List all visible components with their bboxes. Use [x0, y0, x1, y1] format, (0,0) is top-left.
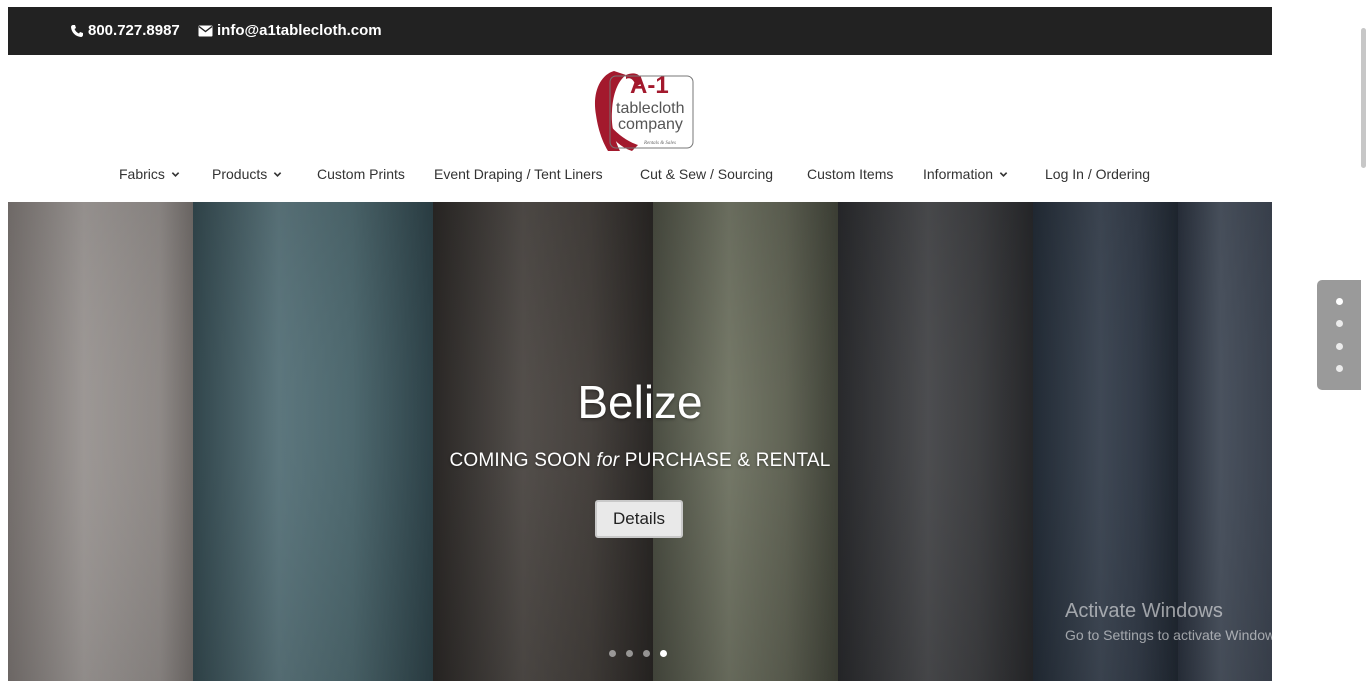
- nav-label: Custom Prints: [317, 166, 405, 182]
- slide-dot-2[interactable]: [626, 650, 633, 657]
- page: 800.727.8987 info@a1tablecloth.com A-1 t…: [8, 7, 1272, 681]
- side-dot-navigation: [1317, 280, 1361, 390]
- logo-text-a1: A-1: [630, 72, 669, 99]
- nav-event-draping[interactable]: Event Draping / Tent Liners: [434, 166, 603, 182]
- hero-subtitle: COMING SOON for PURCHASE & RENTAL: [449, 450, 831, 471]
- logo-text-tablecloth: tablecloth: [616, 100, 685, 117]
- nav-label: Custom Items: [807, 166, 894, 182]
- nav-label: Log In / Ordering: [1045, 166, 1151, 182]
- logo-text-company: company: [618, 116, 683, 133]
- watermark-title: Activate Windows: [1065, 600, 1223, 622]
- nav-products[interactable]: Products: [212, 166, 282, 182]
- phone-icon: [70, 24, 84, 38]
- email-link[interactable]: info@a1tablecloth.com: [198, 22, 382, 39]
- top-bar: 800.727.8987 info@a1tablecloth.com: [8, 7, 1272, 55]
- chevron-down-icon: [274, 171, 282, 177]
- side-dot-1[interactable]: [1336, 298, 1343, 305]
- side-dot-2[interactable]: [1336, 320, 1343, 327]
- details-button[interactable]: Details: [595, 500, 683, 538]
- nav-information[interactable]: Information: [923, 166, 1008, 182]
- email-address: info@a1tablecloth.com: [217, 22, 382, 39]
- nav-label: Fabrics: [119, 166, 165, 182]
- slide-dot-1[interactable]: [609, 650, 616, 657]
- nav-label: Event Draping / Tent Liners: [434, 166, 603, 182]
- nav-fabrics[interactable]: Fabrics: [119, 166, 180, 182]
- site-header: A-1 tablecloth company Rentals & Sales F…: [8, 55, 1272, 202]
- mail-icon: [198, 25, 213, 37]
- windows-activation-watermark: Activate Windows Go to Settings to activ…: [1065, 600, 1286, 643]
- main-nav: Fabrics Products Custom Prints Event Dra…: [8, 166, 1272, 186]
- side-dot-4[interactable]: [1336, 365, 1343, 372]
- nav-label: Cut & Sew / Sourcing: [640, 166, 774, 182]
- watermark-subtitle: Go to Settings to activate Windows.: [1065, 627, 1286, 643]
- nav-label: Products: [212, 166, 268, 182]
- slider-pagination: [609, 650, 667, 657]
- nav-custom-prints[interactable]: Custom Prints: [317, 166, 405, 182]
- chevron-down-icon: [999, 171, 1008, 177]
- side-dot-3[interactable]: [1336, 343, 1343, 350]
- nav-cut-sew[interactable]: Cut & Sew / Sourcing: [640, 166, 773, 182]
- site-logo[interactable]: A-1 tablecloth company Rentals & Sales: [586, 63, 696, 153]
- chevron-down-icon: [171, 171, 180, 177]
- nav-custom-items[interactable]: Custom Items: [807, 166, 893, 182]
- phone-number: 800.727.8987: [88, 22, 180, 39]
- nav-label: Information: [923, 166, 994, 182]
- slide-dot-4[interactable]: [660, 650, 667, 657]
- logo-text-tagline: Rentals & Sales: [643, 141, 676, 146]
- phone-link[interactable]: 800.727.8987: [70, 22, 180, 39]
- hero-title: Belize: [577, 376, 703, 428]
- slide-dot-3[interactable]: [643, 650, 650, 657]
- page-scrollbar[interactable]: [1361, 28, 1366, 168]
- nav-login-ordering[interactable]: Log In / Ordering: [1045, 166, 1150, 182]
